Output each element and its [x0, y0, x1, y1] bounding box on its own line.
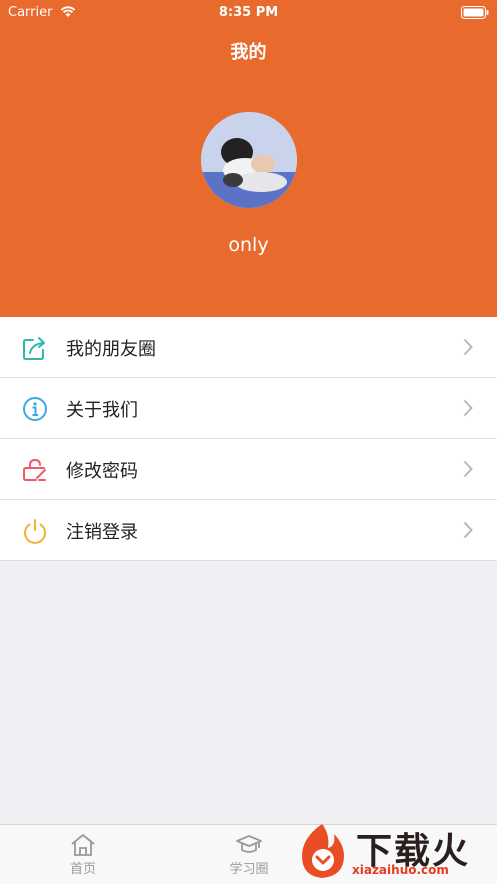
settings-menu: 我的朋友圈 关于我们 修改密码 注销登录 [0, 317, 497, 561]
page-title: 我的 [230, 42, 267, 63]
status-bar: Carrier 8:35 PM [0, 0, 497, 26]
home-icon [71, 834, 95, 856]
menu-item-about[interactable]: 关于我们 [0, 378, 497, 439]
battery-icon [461, 6, 489, 19]
watermark-url: xiazaihuo.com [352, 863, 449, 877]
chevron-right-icon [463, 399, 473, 417]
profile-header: Carrier 8:35 PM 我的 only [0, 0, 497, 317]
chevron-right-icon [463, 460, 473, 478]
menu-item-logout[interactable]: 注销登录 [0, 500, 497, 561]
menu-label: 修改密码 [66, 461, 138, 482]
share-icon [23, 337, 45, 360]
watermark: 下载火 xiazaihuo.com [290, 818, 497, 883]
tab-label: 首页 [69, 862, 96, 877]
graduation-cap-icon [236, 835, 262, 853]
status-time: 8:35 PM [218, 5, 279, 20]
avatar[interactable] [201, 112, 297, 208]
avatar-photo [201, 112, 297, 208]
flame-logo-icon [302, 824, 344, 878]
tab-home[interactable]: 首页 [23, 825, 143, 884]
menu-item-change-password[interactable]: 修改密码 [0, 439, 497, 500]
menu-label: 注销登录 [66, 522, 138, 543]
lock-icon [23, 458, 46, 481]
power-icon [24, 519, 46, 544]
chevron-right-icon [463, 521, 473, 539]
username: only [228, 234, 269, 256]
info-icon [23, 397, 47, 421]
chevron-right-icon [463, 338, 473, 356]
menu-item-moments[interactable]: 我的朋友圈 [0, 317, 497, 378]
menu-label: 我的朋友圈 [66, 339, 156, 360]
menu-label: 关于我们 [66, 400, 138, 421]
